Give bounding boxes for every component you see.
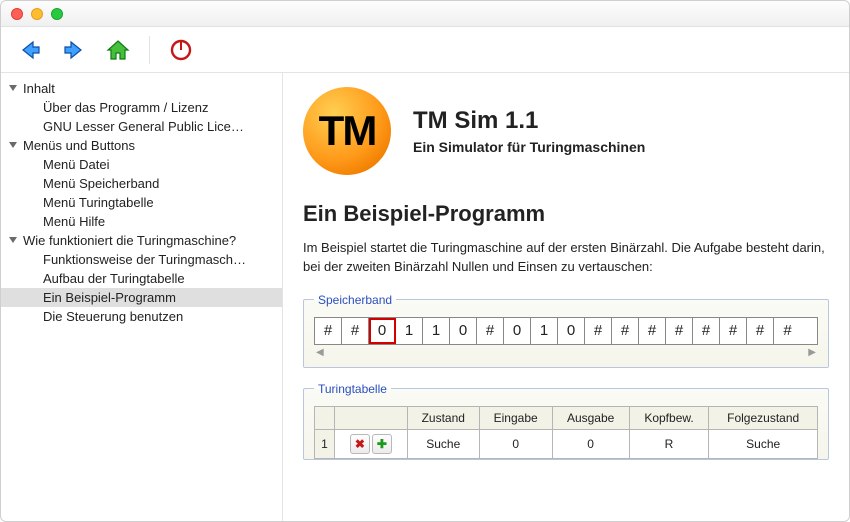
zoom-window-button[interactable]: [51, 8, 63, 20]
table-cell[interactable]: Suche: [407, 429, 479, 458]
back-button[interactable]: [13, 33, 47, 67]
tape-cell: 0: [450, 318, 477, 344]
toolbar: [1, 27, 849, 73]
tape-scrollbar[interactable]: ◀ ▶: [314, 347, 818, 361]
tape-cell: #: [612, 318, 639, 344]
tree-label: Über das Programm / Lizenz: [43, 98, 208, 117]
tree-item[interactable]: Menü Hilfe: [1, 212, 282, 231]
body: Inhalt Über das Programm / Lizenz GNU Le…: [1, 73, 849, 521]
tree-label: Aufbau der Turingtabelle: [43, 269, 185, 288]
row-action-header: [315, 406, 335, 429]
tape-cell: #: [720, 318, 747, 344]
tape-cell: #: [315, 318, 342, 344]
column-header: Folgezustand: [709, 406, 818, 429]
tree-item[interactable]: GNU Lesser General Public Lice…: [1, 117, 282, 136]
delete-row-button[interactable]: ✖: [350, 434, 370, 454]
tree-label: Menü Hilfe: [43, 212, 105, 231]
tape-cell: 1: [423, 318, 450, 344]
navigation-tree: Inhalt Über das Programm / Lizenz GNU Le…: [1, 73, 283, 521]
tree-group-how[interactable]: Wie funktioniert die Turingmaschine?: [1, 231, 282, 250]
row-actions: ✖✚: [335, 429, 408, 458]
tree-label: Menü Datei: [43, 155, 109, 174]
tape-cell: #: [342, 318, 369, 344]
close-window-button[interactable]: [11, 8, 23, 20]
minimize-window-button[interactable]: [31, 8, 43, 20]
tape-cell: #: [693, 318, 720, 344]
tape: ##0110#010########: [314, 317, 818, 345]
tape-cell: #: [774, 318, 801, 344]
tape-cell: 1: [396, 318, 423, 344]
page-intro: Im Beispiel startet die Turingmaschine a…: [303, 239, 829, 277]
tree-group-menus[interactable]: Menüs und Buttons: [1, 136, 282, 155]
page-heading: Ein Beispiel-Programm: [303, 201, 829, 227]
column-header: Zustand: [407, 406, 479, 429]
power-button[interactable]: [164, 33, 198, 67]
table-cell[interactable]: 0: [479, 429, 552, 458]
hero: TM TM Sim 1.1 Ein Simulator für Turingma…: [303, 87, 829, 175]
app-logo: TM: [303, 87, 391, 175]
window-controls: [11, 8, 63, 20]
row-action-header: [335, 406, 408, 429]
tree-label: Wie funktioniert die Turingmaschine?: [23, 231, 236, 250]
turingtable-legend: Turingtabelle: [314, 382, 391, 396]
tree-label: Menüs und Buttons: [23, 136, 135, 155]
tree-item[interactable]: Funktionsweise der Turingmasch…: [1, 250, 282, 269]
table-cell[interactable]: Suche: [709, 429, 818, 458]
tree-item[interactable]: Die Steuerung benutzen: [1, 307, 282, 326]
table-cell[interactable]: 0: [552, 429, 629, 458]
tree-label: Die Steuerung benutzen: [43, 307, 183, 326]
tree-label: Ein Beispiel-Programm: [43, 288, 176, 307]
column-header: Kopfbew.: [629, 406, 709, 429]
tape-cell: #: [585, 318, 612, 344]
app-window: Inhalt Über das Programm / Lizenz GNU Le…: [0, 0, 850, 522]
tree-label: Funktionsweise der Turingmasch…: [43, 250, 246, 269]
tape-cell: 0: [558, 318, 585, 344]
tape-cell: #: [477, 318, 504, 344]
tape-cell: 0: [369, 318, 396, 344]
column-header: Ausgabe: [552, 406, 629, 429]
tree-item[interactable]: Menü Turingtabelle: [1, 193, 282, 212]
tree-item[interactable]: Menü Speicherband: [1, 174, 282, 193]
logo-text: TM: [319, 107, 376, 155]
add-row-button[interactable]: ✚: [372, 434, 392, 454]
scroll-right-icon[interactable]: ▶: [808, 347, 816, 361]
app-subtitle: Ein Simulator für Turingmaschinen: [413, 139, 645, 155]
tree-item[interactable]: Menü Datei: [1, 155, 282, 174]
content-pane: TM TM Sim 1.1 Ein Simulator für Turingma…: [283, 73, 849, 521]
scroll-left-icon[interactable]: ◀: [316, 347, 324, 361]
app-title: TM Sim 1.1: [413, 107, 645, 135]
tree-label: Menü Speicherband: [43, 174, 159, 193]
tape-legend: Speicherband: [314, 293, 396, 307]
table-cell[interactable]: R: [629, 429, 709, 458]
turingtable: ZustandEingabeAusgabeKopfbew.Folgezustan…: [314, 406, 818, 459]
table-row: 1✖✚Suche00RSuche: [315, 429, 818, 458]
tree-label: Menü Turingtabelle: [43, 193, 154, 212]
turingtable-panel: Turingtabelle ZustandEingabeAusgabeKopfb…: [303, 382, 829, 460]
titlebar: [1, 1, 849, 27]
toolbar-separator: [149, 36, 150, 64]
row-number: 1: [315, 429, 335, 458]
tree-item[interactable]: Über das Programm / Lizenz: [1, 98, 282, 117]
tape-cell: #: [639, 318, 666, 344]
tree-label: Inhalt: [23, 79, 55, 98]
forward-button[interactable]: [57, 33, 91, 67]
tape-cell: #: [666, 318, 693, 344]
tree-group-inhalt[interactable]: Inhalt: [1, 79, 282, 98]
tape-cell: #: [747, 318, 774, 344]
tape-cell: 0: [504, 318, 531, 344]
column-header: Eingabe: [479, 406, 552, 429]
home-button[interactable]: [101, 33, 135, 67]
tree-item-selected[interactable]: Ein Beispiel-Programm: [1, 288, 282, 307]
tape-cell: 1: [531, 318, 558, 344]
tree-label: GNU Lesser General Public Lice…: [43, 117, 244, 136]
tape-panel: Speicherband ##0110#010######## ◀ ▶: [303, 293, 829, 368]
tree-item[interactable]: Aufbau der Turingtabelle: [1, 269, 282, 288]
